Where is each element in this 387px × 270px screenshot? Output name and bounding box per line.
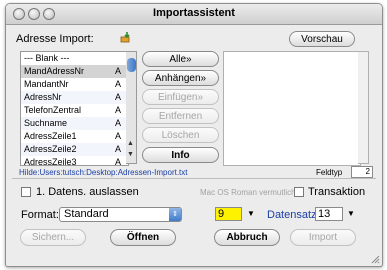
feldtyp-field[interactable]: 2 bbox=[351, 166, 373, 178]
title-bar[interactable]: Importassistent bbox=[6, 4, 382, 25]
einfugen-button[interactable]: Einfügen» bbox=[142, 89, 219, 105]
list-item[interactable]: --- Blank --- bbox=[21, 52, 128, 65]
scrollbar-thumb[interactable] bbox=[127, 58, 136, 72]
list-item[interactable]: AdressZeile2 A bbox=[21, 143, 128, 156]
vorschau-button[interactable]: Vorschau bbox=[289, 31, 355, 47]
list-item[interactable]: MandAdressNr A bbox=[21, 65, 128, 78]
popup-arrows-icon: ⇕ bbox=[169, 208, 181, 221]
skip-first-label: 1. Datens. auslassen bbox=[36, 186, 139, 198]
offnen-button[interactable]: Öffnen bbox=[110, 229, 176, 246]
list-item[interactable]: AdressZeile3 A bbox=[21, 156, 128, 165]
format-popup[interactable]: Standard ⇕ bbox=[59, 207, 182, 222]
list-item[interactable]: TelefonZentral A bbox=[21, 104, 128, 117]
delimiter-field[interactable]: 9 bbox=[215, 207, 242, 221]
encoding-hint: Mac OS Roman vermutlich bbox=[200, 188, 296, 197]
import-assistant-window: Importassistent Adresse Import: Vorschau… bbox=[5, 3, 383, 267]
datensatz-dropdown-arrow-icon[interactable]: ▼ bbox=[347, 209, 355, 218]
file-path-label: Hilde:Users:tutsch:Desktop:Adressen-Impo… bbox=[19, 168, 188, 177]
entfernen-button[interactable]: Entfernen bbox=[142, 108, 219, 124]
delimiter-dropdown-arrow-icon[interactable]: ▼ bbox=[247, 209, 255, 218]
resize-grip-icon[interactable] bbox=[371, 255, 380, 264]
window-title: Importassistent bbox=[153, 7, 235, 19]
abbruch-button[interactable]: Abbruch bbox=[214, 229, 280, 246]
loschen-button[interactable]: Löschen bbox=[142, 127, 219, 143]
import-button[interactable]: Import bbox=[290, 229, 356, 246]
scroll-up-arrow-icon[interactable]: ▲ bbox=[127, 140, 134, 147]
datensatz-field[interactable]: 13 bbox=[315, 207, 343, 221]
feldtyp-label: Feldtyp bbox=[316, 168, 343, 177]
list-item[interactable]: MandantNr A bbox=[21, 78, 128, 91]
transaktion-label: Transaktion bbox=[308, 186, 366, 198]
import-fields-scrollbar[interactable] bbox=[358, 51, 369, 164]
field-list[interactable]: --- Blank --- MandAdressNr A MandantNr A A… bbox=[20, 51, 129, 166]
alle-button[interactable]: Alle» bbox=[142, 51, 219, 67]
list-item[interactable]: AdressNr A bbox=[21, 91, 128, 104]
format-selected: Standard bbox=[64, 208, 109, 220]
import-fields-panel[interactable] bbox=[223, 51, 361, 166]
list-item[interactable]: AdressZeile1 A bbox=[21, 130, 128, 143]
anhangen-button[interactable]: Anhängen» bbox=[142, 70, 219, 86]
list-item[interactable]: Suchname A bbox=[21, 117, 128, 130]
skip-first-checkbox[interactable] bbox=[21, 187, 31, 197]
adresse-import-label: Adresse Import: bbox=[16, 33, 94, 45]
field-list-scrollbar[interactable]: ▲ ▼ bbox=[126, 51, 137, 164]
sichern-button[interactable]: Sichern... bbox=[20, 229, 86, 246]
info-button[interactable]: Info bbox=[142, 147, 219, 163]
scroll-down-arrow-icon[interactable]: ▼ bbox=[127, 151, 134, 158]
transaktion-checkbox[interactable] bbox=[294, 187, 304, 197]
datensatz-label: Datensatz bbox=[267, 209, 317, 221]
separator bbox=[12, 178, 376, 179]
format-label: Format: bbox=[21, 209, 59, 221]
import-arrow-icon bbox=[120, 31, 132, 43]
